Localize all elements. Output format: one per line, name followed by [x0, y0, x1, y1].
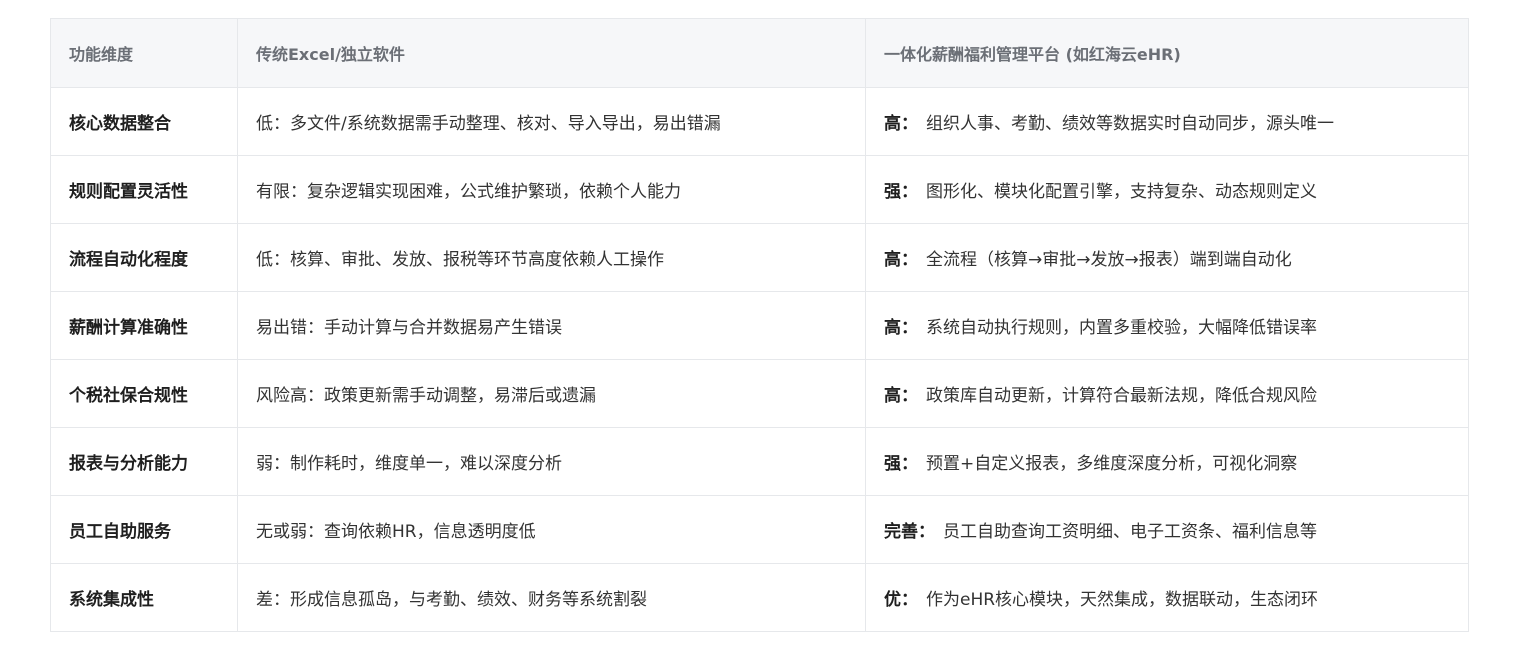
traditional-cell: 有限：复杂逻辑实现困难，公式维护繁琐，依赖个人能力 — [237, 155, 866, 224]
traditional-cell: 无或弱：查询依赖HR，信息透明度低 — [237, 495, 866, 564]
table-row: 系统集成性 差：形成信息孤岛，与考勤、绩效、财务等系统割裂 优： 作为eHR核心模… — [50, 563, 1469, 632]
platform-level: 强： — [884, 454, 918, 474]
platform-cell: 强： 图形化、模块化配置引擎，支持复杂、动态规则定义 — [865, 155, 1469, 224]
traditional-cell: 易出错：手动计算与合并数据易产生错误 — [237, 291, 866, 360]
dimension-cell: 核心数据整合 — [50, 87, 238, 156]
header-dimension: 功能维度 — [50, 18, 238, 88]
platform-text: 员工自助查询工资明细、电子工资条、福利信息等 — [943, 522, 1317, 542]
header-row: 功能维度 传统Excel/独立软件 一体化薪酬福利管理平台 (如红海云eHR) — [50, 18, 1469, 88]
platform-cell: 高： 组织人事、考勤、绩效等数据实时自动同步，源头唯一 — [865, 87, 1469, 156]
platform-level: 高： — [884, 114, 918, 134]
platform-level: 高： — [884, 318, 918, 338]
platform-text: 政策库自动更新，计算符合最新法规，降低合规风险 — [926, 386, 1317, 406]
dimension-cell: 报表与分析能力 — [50, 427, 238, 496]
platform-text: 系统自动执行规则，内置多重校验，大幅降低错误率 — [926, 318, 1317, 338]
platform-level: 高： — [884, 386, 918, 406]
platform-level: 高： — [884, 250, 918, 270]
dimension-cell: 系统集成性 — [50, 563, 238, 632]
platform-text: 预置+自定义报表，多维度深度分析，可视化洞察 — [926, 454, 1298, 474]
traditional-cell: 差：形成信息孤岛，与考勤、绩效、财务等系统割裂 — [237, 563, 866, 632]
platform-cell: 优： 作为eHR核心模块，天然集成，数据联动，生态闭环 — [865, 563, 1469, 632]
table-row: 报表与分析能力 弱：制作耗时，维度单一，难以深度分析 强： 预置+自定义报表，多维… — [50, 427, 1469, 496]
platform-cell: 强： 预置+自定义报表，多维度深度分析，可视化洞察 — [865, 427, 1469, 496]
platform-cell: 完善： 员工自助查询工资明细、电子工资条、福利信息等 — [865, 495, 1469, 564]
traditional-cell: 风险高：政策更新需手动调整，易滞后或遗漏 — [237, 359, 866, 428]
platform-text: 全流程（核算→审批→发放→报表）端到端自动化 — [926, 250, 1292, 270]
comparison-table-container: 功能维度 传统Excel/独立软件 一体化薪酬福利管理平台 (如红海云eHR) … — [50, 18, 1469, 632]
comparison-table: 功能维度 传统Excel/独立软件 一体化薪酬福利管理平台 (如红海云eHR) … — [50, 18, 1469, 632]
platform-cell: 高： 系统自动执行规则，内置多重校验，大幅降低错误率 — [865, 291, 1469, 360]
traditional-cell: 低：多文件/系统数据需手动整理、核对、导入导出，易出错漏 — [237, 87, 866, 156]
dimension-cell: 流程自动化程度 — [50, 223, 238, 292]
platform-text: 作为eHR核心模块，天然集成，数据联动，生态闭环 — [926, 590, 1319, 610]
traditional-cell: 低：核算、审批、发放、报税等环节高度依赖人工操作 — [237, 223, 866, 292]
platform-level: 完善： — [884, 522, 935, 542]
traditional-cell: 弱：制作耗时，维度单一，难以深度分析 — [237, 427, 866, 496]
header-platform: 一体化薪酬福利管理平台 (如红海云eHR) — [865, 18, 1469, 88]
dimension-cell: 薪酬计算准确性 — [50, 291, 238, 360]
table-body: 核心数据整合 低：多文件/系统数据需手动整理、核对、导入导出，易出错漏 高： 组织… — [50, 87, 1469, 632]
dimension-cell: 规则配置灵活性 — [50, 155, 238, 224]
platform-text: 组织人事、考勤、绩效等数据实时自动同步，源头唯一 — [926, 114, 1334, 134]
table-row: 薪酬计算准确性 易出错：手动计算与合并数据易产生错误 高： 系统自动执行规则，内置… — [50, 291, 1469, 360]
table-row: 核心数据整合 低：多文件/系统数据需手动整理、核对、导入导出，易出错漏 高： 组织… — [50, 87, 1469, 156]
table-row: 规则配置灵活性 有限：复杂逻辑实现困难，公式维护繁琐，依赖个人能力 强： 图形化、… — [50, 155, 1469, 224]
table-row: 员工自助服务 无或弱：查询依赖HR，信息透明度低 完善： 员工自助查询工资明细、电… — [50, 495, 1469, 564]
table-row: 流程自动化程度 低：核算、审批、发放、报税等环节高度依赖人工操作 高： 全流程（核… — [50, 223, 1469, 292]
platform-level: 强： — [884, 182, 918, 202]
header-traditional: 传统Excel/独立软件 — [237, 18, 866, 88]
dimension-cell: 员工自助服务 — [50, 495, 238, 564]
platform-level: 优： — [884, 590, 918, 610]
dimension-cell: 个税社保合规性 — [50, 359, 238, 428]
platform-cell: 高： 政策库自动更新，计算符合最新法规，降低合规风险 — [865, 359, 1469, 428]
table-header: 功能维度 传统Excel/独立软件 一体化薪酬福利管理平台 (如红海云eHR) — [50, 18, 1469, 88]
table-row: 个税社保合规性 风险高：政策更新需手动调整，易滞后或遗漏 高： 政策库自动更新，计… — [50, 359, 1469, 428]
platform-cell: 高： 全流程（核算→审批→发放→报表）端到端自动化 — [865, 223, 1469, 292]
platform-text: 图形化、模块化配置引擎，支持复杂、动态规则定义 — [926, 182, 1317, 202]
